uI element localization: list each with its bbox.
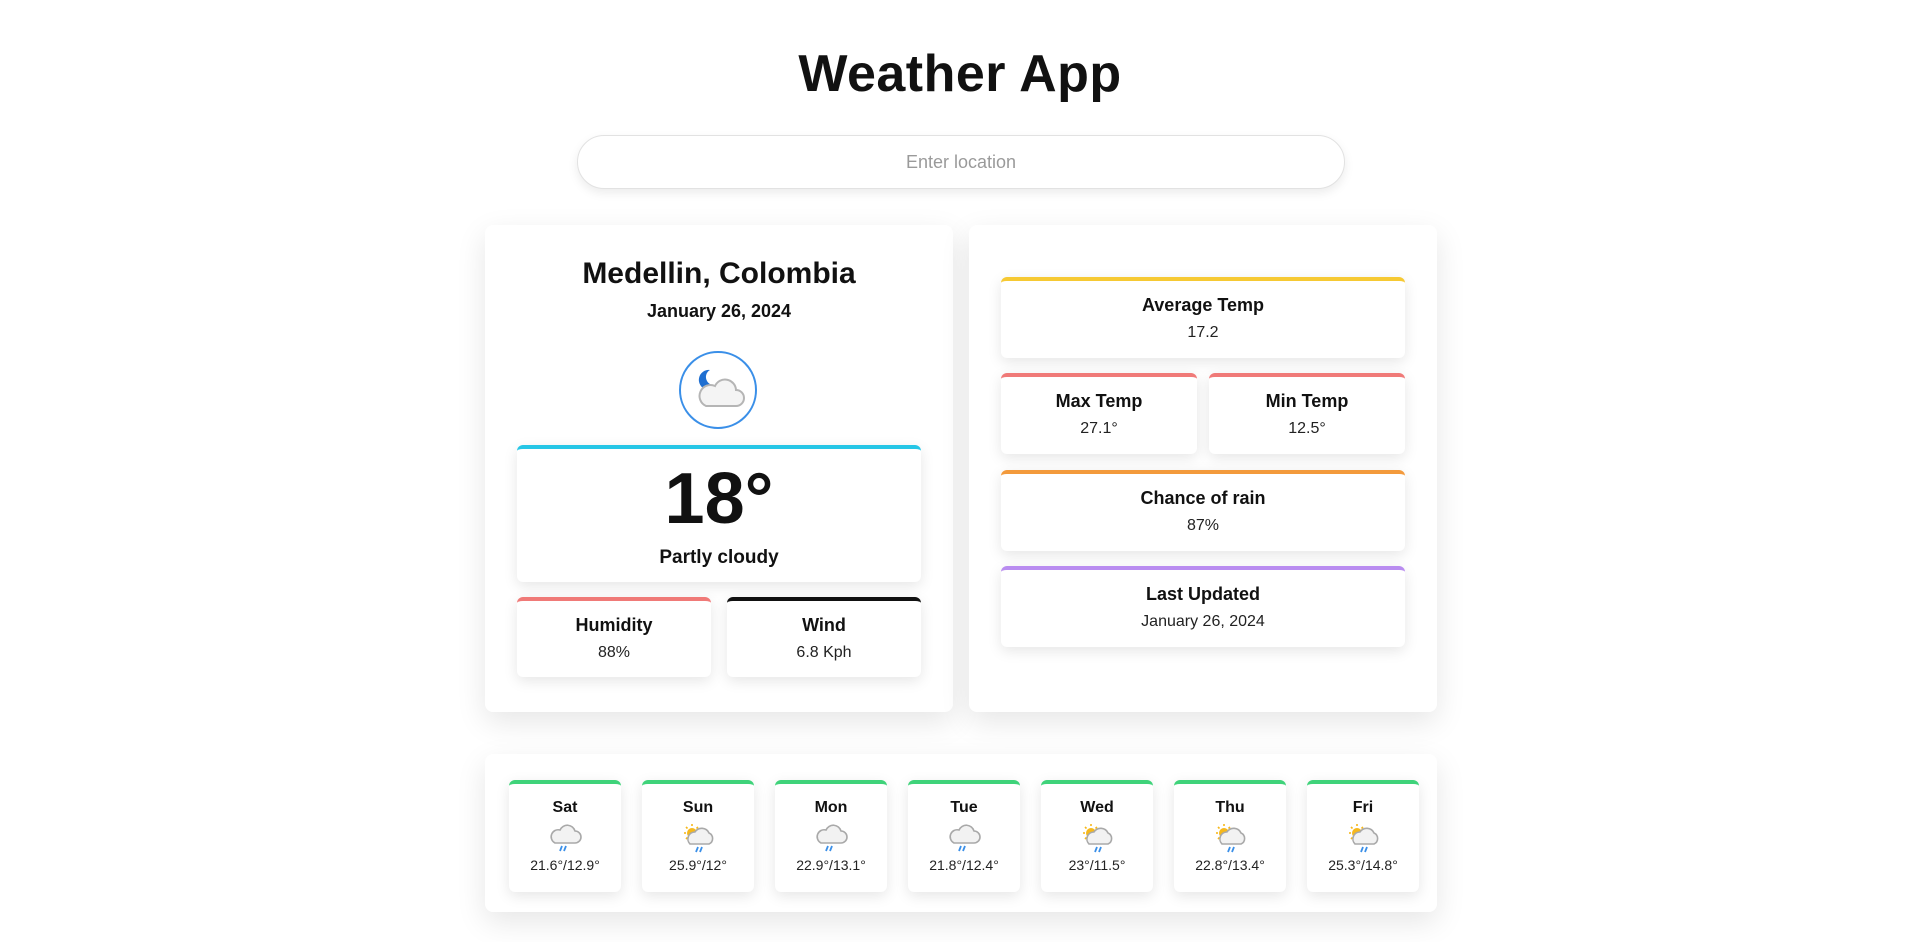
wind-label: Wind — [802, 615, 846, 635]
forecast-day-card: Mon 22.9°/13.1° — [775, 780, 887, 892]
last-updated-card: Last Updated January 26, 2024 — [1001, 566, 1405, 647]
forecast-temp-range: 22.9°/13.1° — [796, 857, 866, 873]
forecast-day-name: Thu — [1215, 799, 1245, 816]
rain-cloud-icon — [509, 823, 621, 855]
forecast-day-name: Wed — [1080, 799, 1114, 816]
stats-panel: Average Temp 17.2 Max Temp 27.1° Min Tem… — [969, 225, 1437, 712]
sun-rain-cloud-icon — [1174, 823, 1286, 855]
current-weather-panel: Medellin, Colombia January 26, 2024 18° … — [485, 225, 953, 712]
app-title: Weather App — [798, 45, 1122, 103]
sun-rain-cloud-icon — [1307, 823, 1419, 855]
location-name: Medellin, Colombia — [582, 257, 856, 290]
forecast-temp-range: 22.8°/13.4° — [1195, 857, 1265, 873]
forecast-day-name: Mon — [814, 799, 848, 816]
forecast-temp-range: 21.6°/12.9° — [530, 857, 600, 873]
forecast-day-card: Tue 21.8°/12.4° — [908, 780, 1020, 892]
forecast-day-card: Wed 23°/11.5° — [1041, 780, 1153, 892]
night-cloud-icon — [679, 351, 757, 429]
sun-rain-cloud-icon — [1041, 823, 1153, 855]
sun-rain-cloud-icon — [642, 823, 754, 855]
forecast-temp-range: 25.9°/12° — [669, 857, 727, 873]
last-updated-value: January 26, 2024 — [1141, 613, 1265, 630]
forecast-day-name: Sun — [682, 799, 714, 816]
rain-cloud-icon — [908, 823, 1020, 855]
forecast-day-name: Sat — [552, 799, 578, 816]
forecast-panel: Sat 21.6°/12.9° Sun 25.9°/12° Mon 22.9°/13.1°… — [485, 754, 1437, 912]
temperature-card: 18° Partly cloudy — [517, 445, 921, 582]
forecast-day-card: Fri 25.3°/14.8° — [1307, 780, 1419, 892]
min-temp-value: 12.5° — [1288, 420, 1326, 437]
current-temperature: 18° — [664, 459, 774, 539]
wind-card: Wind 6.8 Kph — [727, 597, 921, 677]
weather-condition: Partly cloudy — [659, 547, 779, 568]
max-temp-label: Max Temp — [1055, 391, 1143, 411]
humidity-value: 88% — [597, 644, 631, 661]
min-temp-label: Min Temp — [1265, 391, 1349, 411]
forecast-day-name: Fri — [1352, 799, 1374, 816]
location-search-input[interactable] — [577, 135, 1345, 189]
current-date: January 26, 2024 — [646, 301, 792, 321]
wind-value: 6.8 Kph — [796, 644, 852, 661]
min-temp-card: Min Temp 12.5° — [1209, 373, 1405, 454]
forecast-temp-range: 23°/11.5° — [1068, 857, 1126, 873]
forecast-day-card: Sun 25.9°/12° — [642, 780, 754, 892]
average-temp-card: Average Temp 17.2 — [1001, 277, 1405, 358]
weather-app: Weather App Medellin, Colombia January 2… — [0, 0, 1920, 942]
forecast-temp-range: 25.3°/14.8° — [1328, 857, 1398, 873]
average-temp-value: 17.2 — [1187, 324, 1219, 341]
forecast-temp-range: 21.8°/12.4° — [929, 857, 999, 873]
rain-cloud-icon — [775, 823, 887, 855]
average-temp-label: Average Temp — [1141, 295, 1265, 315]
last-updated-label: Last Updated — [1145, 584, 1260, 604]
humidity-label: Humidity — [575, 615, 653, 635]
chance-of-rain-card: Chance of rain 87% — [1001, 470, 1405, 551]
max-temp-card: Max Temp 27.1° — [1001, 373, 1197, 454]
max-temp-value: 27.1° — [1080, 420, 1118, 437]
chance-of-rain-value: 87% — [1186, 517, 1220, 534]
forecast-day-name: Tue — [950, 799, 978, 816]
humidity-card: Humidity 88% — [517, 597, 711, 677]
chance-of-rain-label: Chance of rain — [1140, 488, 1266, 508]
forecast-day-card: Thu 22.8°/13.4° — [1174, 780, 1286, 892]
forecast-day-card: Sat 21.6°/12.9° — [509, 780, 621, 892]
